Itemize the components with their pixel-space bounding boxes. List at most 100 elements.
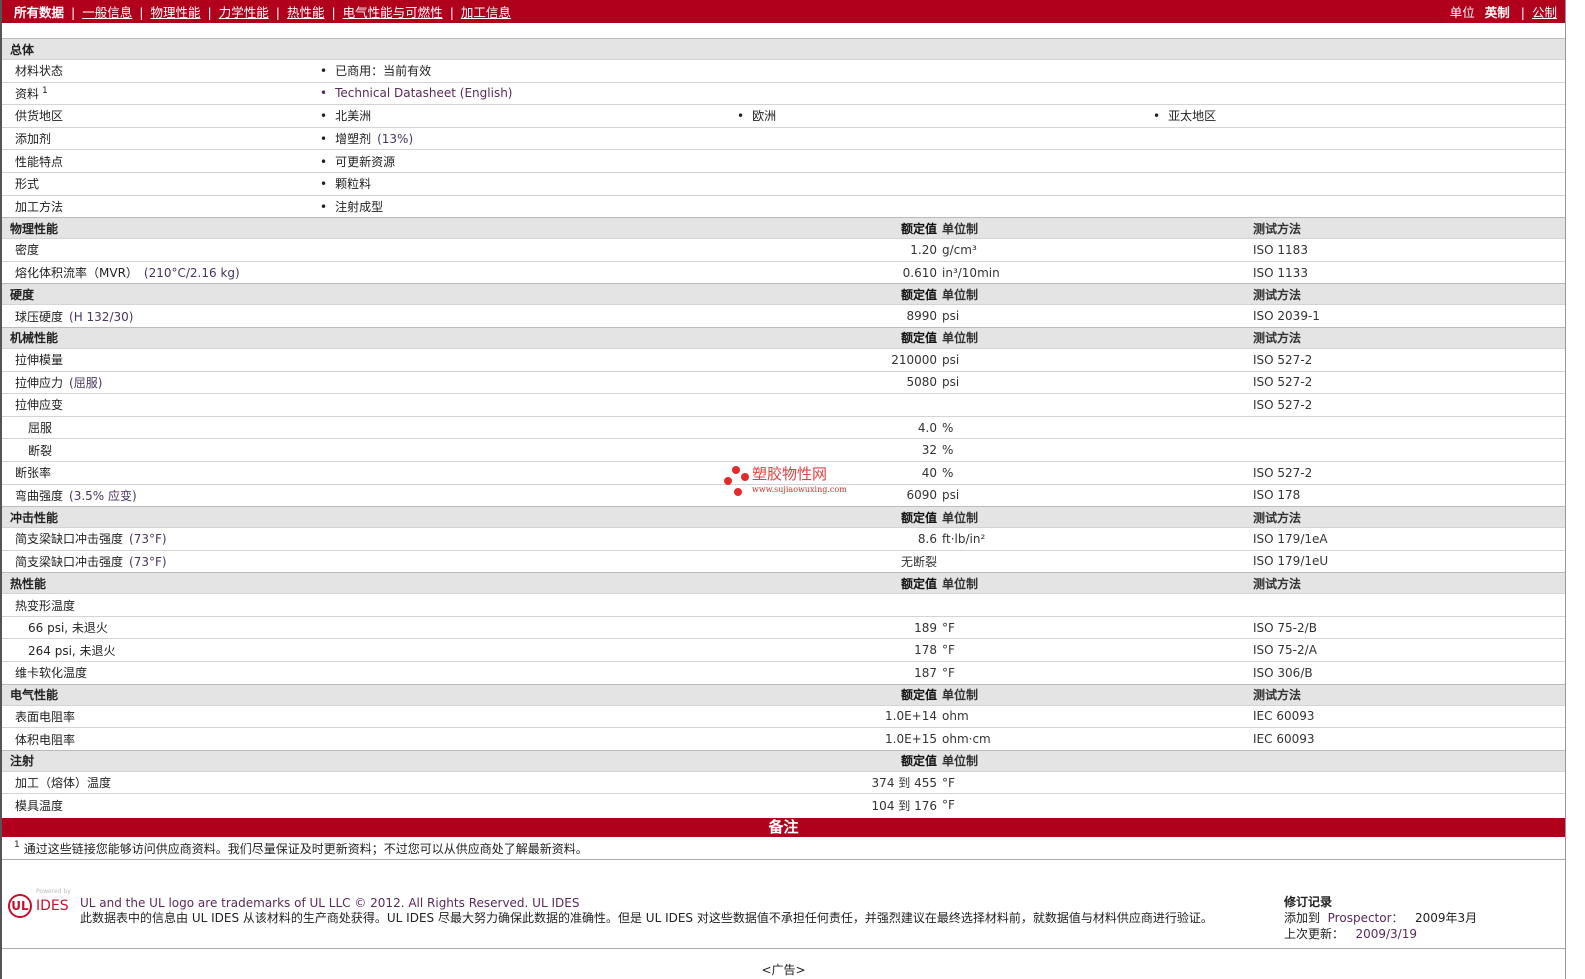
property-row: 表面电阻率 1.0E+14 ohm IEC 60093 xyxy=(2,704,1565,728)
label-text: 简支梁缺口冲击强度 xyxy=(15,554,124,569)
nav-separator: | xyxy=(275,5,280,20)
property-row: 维卡软化温度 187 °F ISO 306/B xyxy=(2,661,1565,684)
label-text: 资料 xyxy=(15,86,40,101)
property-row: 264 psi, 未退火 178 °F ISO 75-2/A xyxy=(2,638,1565,661)
column-header-unit: 单位制 xyxy=(942,576,979,591)
watermark-url: www.sujiaowuxing.com xyxy=(752,485,847,494)
row-label: 资料 1 xyxy=(15,85,48,102)
row-label: 添加剂 xyxy=(15,130,51,147)
footer-disclaimer: UL and the UL logo are trademarks of UL … xyxy=(80,896,1270,926)
nav-item[interactable]: 电气性能与可燃性 xyxy=(343,5,443,20)
section-title: 硬度 xyxy=(10,287,35,302)
property-value: 40 xyxy=(921,465,937,480)
nav-separator: | xyxy=(139,5,144,20)
column-header-unit: 单位制 xyxy=(942,510,979,525)
label-text: 性能特点 xyxy=(15,154,64,169)
label-text: 维卡软化温度 xyxy=(15,666,88,681)
datasheet-page: 所有数据 | 一般信息 | 物理性能 | 力学性能 | 热性能 | 电气性能与可燃性 | 加工信息 单位… xyxy=(0,0,1566,979)
column-header-value: 额定值 xyxy=(900,688,937,703)
property-row: 加工（熔体）温度 374 到 455 °F xyxy=(2,770,1565,794)
property-unit: % xyxy=(942,443,954,458)
property-row: 拉伸模量 210000 psi ISO 527-2 xyxy=(2,347,1565,371)
row-label: 材料状态 xyxy=(15,62,63,79)
property-label: 球压硬度 (H 132/30) xyxy=(15,308,133,325)
section-header-general: 总体 xyxy=(2,38,1565,59)
property-label: 66 psi, 未退火 xyxy=(28,619,108,636)
logo-powered-by: Powered by xyxy=(36,888,71,896)
nav-item[interactable]: 一般信息 xyxy=(82,5,132,20)
row-label: 加工方法 xyxy=(15,198,63,215)
property-unit: psi xyxy=(942,488,960,503)
column-header-value: 额定值 xyxy=(900,221,937,236)
general-row: 供货地区 北美洲 欧洲 亚太地区 xyxy=(2,104,1565,127)
section-title: 热性能 xyxy=(10,576,47,591)
nav-item[interactable]: 物理性能 xyxy=(150,5,200,20)
condition: (73°F) xyxy=(129,554,167,569)
property-value: 1.0E+15 xyxy=(885,732,937,747)
general-row: 资料1 Technical Datasheet (English) xyxy=(2,81,1565,105)
property-label: 断张率 xyxy=(15,464,51,481)
property-value: 8.6 xyxy=(917,531,937,546)
property-label: 加工（熔体）温度 xyxy=(15,774,111,791)
remark-text: 通过这些链接您能够访问供应商资料。我们尽量保证及时更新资料；不过您可以从供应商处… xyxy=(23,841,588,856)
property-unit: in³/10min xyxy=(942,265,1000,280)
bullet-text: 增塑剂 xyxy=(335,132,372,147)
label-text: 模具温度 xyxy=(15,798,64,813)
test-method: ISO 306/B xyxy=(1253,665,1313,680)
property-row: 球压硬度 (H 132/30) 8990 psi ISO 2039-1 xyxy=(2,304,1565,327)
property-label: 断裂 xyxy=(28,442,52,459)
unit-switch: 单位 英制 | 公制 xyxy=(1449,5,1557,20)
test-method: ISO 1133 xyxy=(1253,265,1308,280)
bullet-text: 可更新资源 xyxy=(335,154,396,169)
label-text: 添加剂 xyxy=(15,132,52,147)
condition: (13%) xyxy=(377,132,414,147)
footnote-marker: 1 xyxy=(14,840,20,851)
nav-item[interactable]: 力学性能 xyxy=(219,5,269,20)
datasheet-link[interactable]: Technical Datasheet (English) xyxy=(320,86,512,100)
property-unit: psi xyxy=(942,352,960,367)
test-method: ISO 179/1eU xyxy=(1253,554,1329,569)
section-title: 物理性能 xyxy=(10,221,59,236)
property-unit: °F xyxy=(942,643,955,658)
column-header-value: 额定值 xyxy=(900,287,937,302)
bullet-value: 已商用：当前有效 xyxy=(320,62,431,79)
column-header-unit: 单位制 xyxy=(942,754,979,769)
section-header: 冲击性能 额定值 单位制 测试方法 xyxy=(2,506,1565,528)
nav-item[interactable]: 加工信息 xyxy=(461,5,511,20)
label-text: 66 psi, 未退火 xyxy=(28,621,108,636)
watermark-title: 塑胶物性网 xyxy=(752,465,828,483)
condition: (H 132/30) xyxy=(69,309,134,324)
label-text: 弯曲强度 xyxy=(15,488,64,503)
label-text: 体积电阻率 xyxy=(15,732,76,747)
property-value: 无断裂 xyxy=(900,554,937,569)
bullet-text: 颗粒料 xyxy=(335,177,372,192)
bullet-text: 注射成型 xyxy=(335,199,384,214)
nav-item[interactable]: 热性能 xyxy=(287,5,325,20)
updated-label: 上次更新： xyxy=(1284,927,1345,942)
property-value: 187 xyxy=(914,665,937,680)
label-text: 热变形温度 xyxy=(15,598,76,613)
property-unit: ohm·cm xyxy=(942,732,991,747)
nav-separator: | xyxy=(449,5,454,20)
added-site: Prospector： xyxy=(1327,911,1404,926)
label-text: 形式 xyxy=(15,177,40,192)
property-label: 密度 xyxy=(15,241,39,258)
unit-metric-link[interactable]: 公制 xyxy=(1532,5,1557,20)
column-header-method: 测试方法 xyxy=(1253,287,1302,302)
property-unit: °F xyxy=(942,775,955,790)
section-title: 总体 xyxy=(10,42,35,57)
test-method: ISO 178 xyxy=(1253,488,1301,503)
test-method: ISO 179/1eA xyxy=(1253,531,1328,546)
section-header: 物理性能 额定值 单位制 测试方法 xyxy=(2,217,1565,239)
updated-date: 2009/3/19 xyxy=(1355,927,1417,942)
condition: (屈服) xyxy=(69,375,103,390)
property-label: 熔化体积流率（MVR） (210°C/2.16 kg) xyxy=(15,264,240,281)
property-value: 6090 xyxy=(906,488,937,503)
property-row: 66 psi, 未退火 189 °F ISO 75-2/B xyxy=(2,615,1565,639)
label-text: 拉伸应变 xyxy=(15,398,64,413)
general-row: 添加剂 增塑剂 (13%) xyxy=(2,126,1565,150)
remark-note: 1 通过这些链接您能够访问供应商资料。我们尽量保证及时更新资料；不过您可以从供应商… xyxy=(2,837,1565,861)
section-title: 注射 xyxy=(10,754,35,769)
property-label: 维卡软化温度 xyxy=(15,664,87,681)
section-header: 注射 额定值 单位制 xyxy=(2,749,1565,771)
